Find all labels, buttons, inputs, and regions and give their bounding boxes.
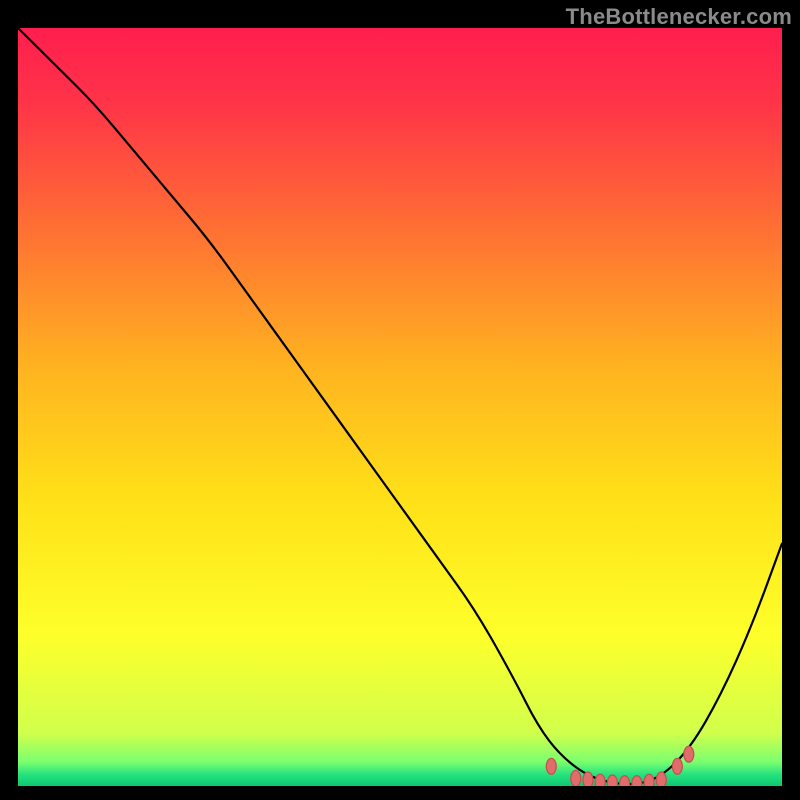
marker-point xyxy=(620,776,630,786)
marker-point xyxy=(595,774,605,786)
marker-point xyxy=(656,772,666,786)
chart-background xyxy=(18,28,782,786)
chart-frame: TheBottlenecker.com xyxy=(0,0,800,800)
marker-point xyxy=(583,772,593,786)
marker-point xyxy=(607,775,617,786)
marker-point xyxy=(546,758,556,774)
chart-svg xyxy=(18,28,782,786)
marker-point xyxy=(644,774,654,786)
marker-point xyxy=(632,776,642,786)
marker-point xyxy=(571,770,581,786)
marker-point xyxy=(672,758,682,774)
chart-plot xyxy=(18,28,782,786)
credit-label: TheBottlenecker.com xyxy=(566,4,792,30)
marker-point xyxy=(684,746,694,762)
